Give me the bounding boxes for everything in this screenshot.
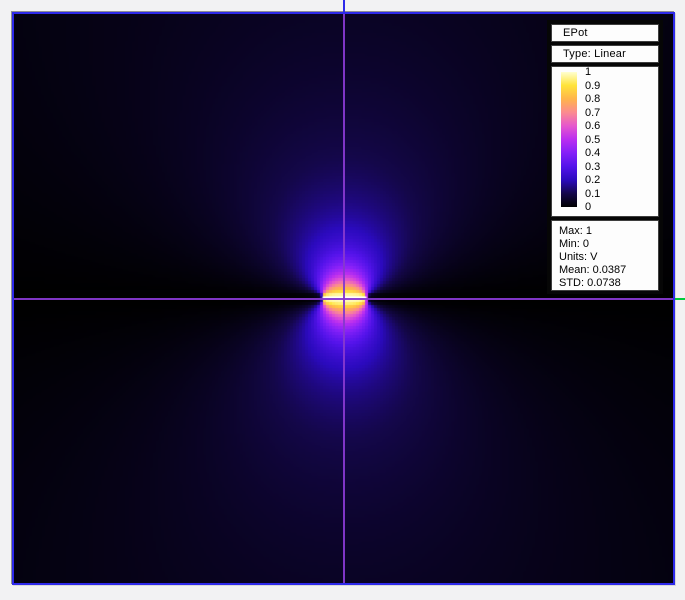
horizontal-cut-right-marker <box>675 298 685 300</box>
stat-line: Min: 0 <box>559 238 656 251</box>
colorbar-tick-label: 0.4 <box>585 147 625 159</box>
crosshair-horizontal-line[interactable] <box>14 298 673 300</box>
colorbar-tick-label: 0 <box>585 201 625 213</box>
stat-line: Mean: 0.0387 <box>559 264 656 277</box>
legend-panel: EPot Type: Linear 1 0.90.8 0.70.6 0.50.4 0.3… <box>547 20 663 294</box>
colorbar-tick-label: 0.7 <box>585 107 625 119</box>
colorbar-tick-label: 0.3 <box>585 161 625 173</box>
legend-title: EPot <box>551 24 659 42</box>
vertical-cut-top-marker <box>343 0 345 12</box>
colorbar-tick-label: 0.5 <box>585 134 625 146</box>
app-window: { "app": { "background": "#f2f2f3" }, "p… <box>0 0 685 600</box>
legend-stats: Max: 1Min: 0Units: VMean: 0.0387STD: 0.0… <box>551 220 659 291</box>
stat-line: Units: V <box>559 251 656 264</box>
colorbar-box: 1 0.90.8 0.70.6 0.50.4 0.30.2 0.10 <box>551 66 659 217</box>
colorbar-tick-label: 1 <box>585 66 625 78</box>
colorbar-tick-label: 0.6 <box>585 120 625 132</box>
stat-line: STD: 0.0738 <box>559 277 656 290</box>
stat-line: Max: 1 <box>559 225 656 238</box>
colorbar-tick-label: 0.1 <box>585 188 625 200</box>
colorbar-tick-label: 0.2 <box>585 174 625 186</box>
legend-scale-type: Type: Linear <box>551 45 659 63</box>
colorbar-gradient <box>561 72 577 207</box>
colorbar-tick-label: 0.8 <box>585 93 625 105</box>
colorbar-tick-label: 0.9 <box>585 80 625 92</box>
